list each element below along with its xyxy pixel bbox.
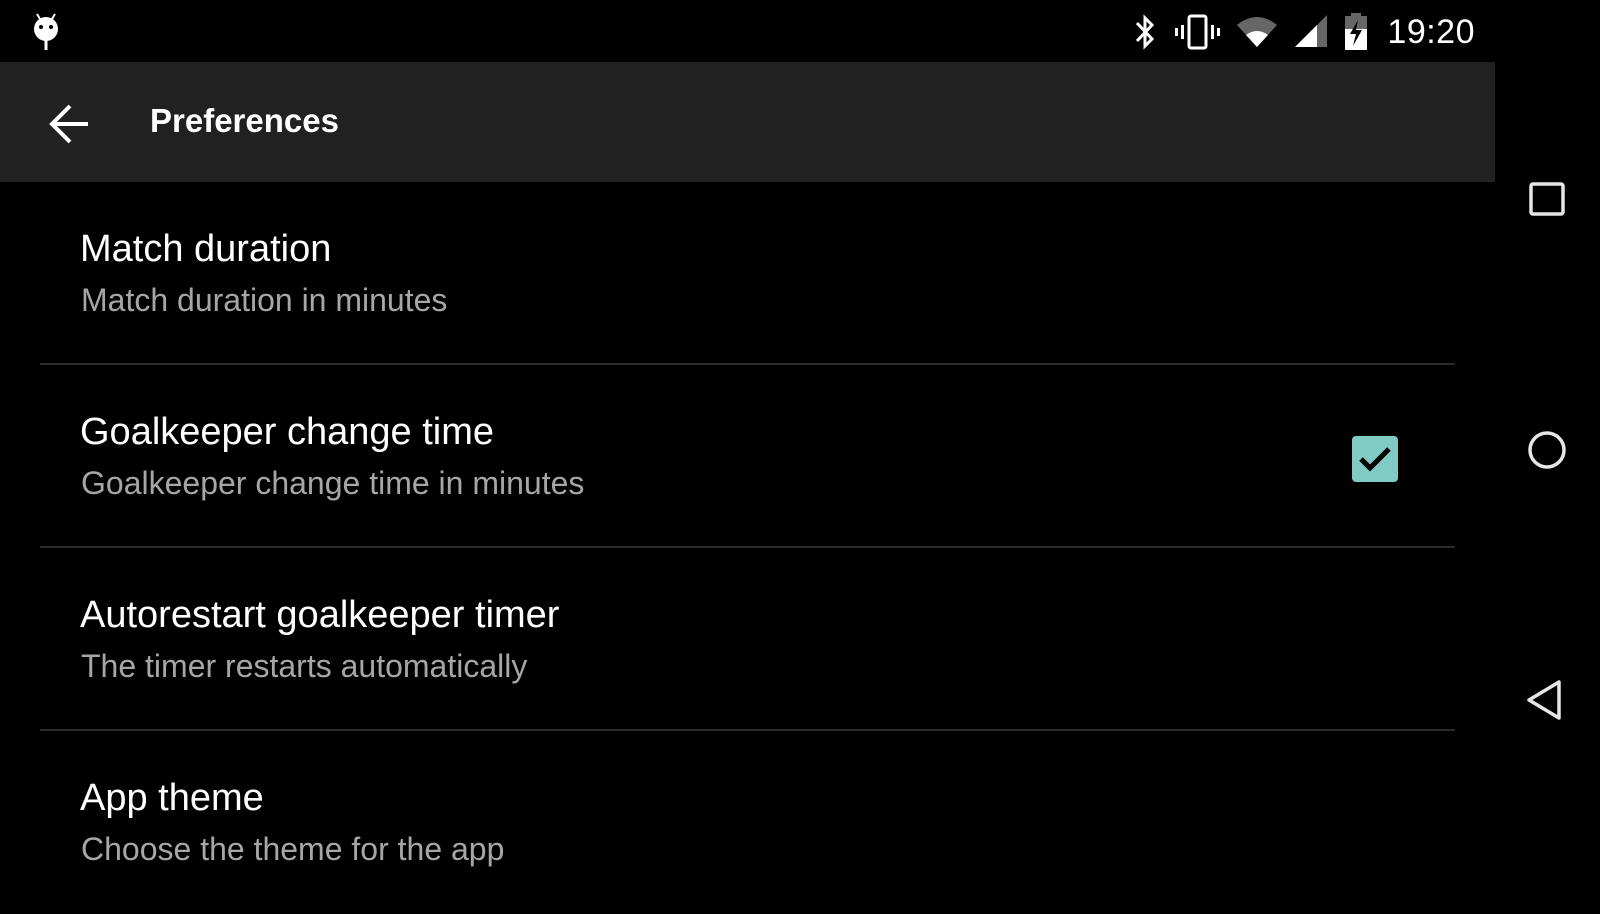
pref-goalkeeper-change-time[interactable]: Goalkeeper change time Goalkeeper change… <box>0 365 1495 548</box>
recents-icon <box>1529 182 1565 216</box>
arrow-back-icon <box>49 104 88 144</box>
navigation-bar <box>1495 0 1600 900</box>
pref-match-duration[interactable]: Match duration Match duration in minutes <box>0 182 1495 365</box>
back-icon <box>1527 680 1561 720</box>
status-clock: 19:20 <box>1387 12 1475 51</box>
vibrate-icon <box>1173 13 1221 51</box>
home-button[interactable] <box>1517 420 1577 480</box>
android-debug-icon <box>28 12 64 52</box>
autorestart-checkbox[interactable] <box>1352 436 1398 482</box>
pref-summary: Choose the theme for the app <box>81 831 505 867</box>
pref-title: Autorestart goalkeeper timer <box>80 594 560 636</box>
back-button[interactable] <box>44 100 96 148</box>
pref-title: Match duration <box>80 228 332 270</box>
pref-title: App theme <box>80 777 264 819</box>
pref-summary: Match duration in minutes <box>81 282 448 318</box>
app-bar: Preferences <box>0 62 1495 182</box>
recents-button[interactable] <box>1517 170 1577 230</box>
home-icon <box>1528 431 1566 469</box>
battery-charging-icon <box>1343 12 1369 52</box>
pref-title: Goalkeeper change time <box>80 411 495 453</box>
bluetooth-icon <box>1131 13 1159 51</box>
pref-summary: Goalkeeper change time in minutes <box>81 465 585 501</box>
pref-app-theme[interactable]: App theme Choose the theme for the app <box>0 731 1495 914</box>
cell-signal-icon <box>1293 13 1329 51</box>
pref-summary: The timer restarts automatically <box>81 648 528 684</box>
preferences-list: Match duration Match duration in minutes… <box>0 182 1495 914</box>
pref-autorestart-timer[interactable]: Autorestart goalkeeper timer The timer r… <box>0 548 1495 731</box>
checkmark-icon <box>1359 447 1391 472</box>
status-bar: 19:20 <box>0 0 1495 62</box>
nav-back-button[interactable] <box>1517 670 1577 730</box>
page-title: Preferences <box>150 102 339 139</box>
wifi-icon <box>1235 13 1279 51</box>
